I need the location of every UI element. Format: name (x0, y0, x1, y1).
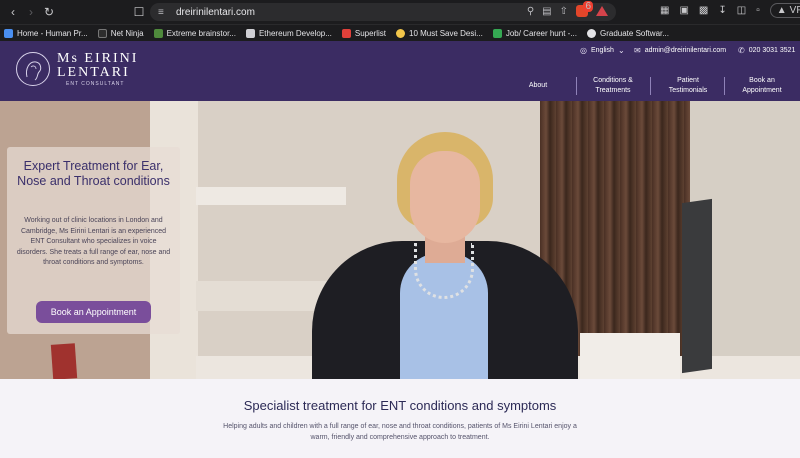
email-link[interactable]: ✉ admin@dreirinilentari.com (634, 46, 726, 55)
logo-face-icon (26, 61, 42, 81)
bookmark-label: Superlist (354, 28, 387, 38)
brave-rewards-icon[interactable] (596, 6, 608, 16)
bookmark-favicon (245, 28, 255, 38)
bookmark-label: Graduate Softwar... (599, 28, 669, 38)
bookmark-label: Net Ninja (110, 28, 144, 38)
wallet-card-icon[interactable]: ▫ (756, 5, 760, 16)
hero-background-shelf (196, 187, 346, 205)
browser-toolbar: ‹ › ↻ ☐ ≡ dreirinilentari.com ⚲ ▤ ⇧ 6 ▦ … (0, 0, 800, 24)
logo-subtitle: ENT CONSULTANT (66, 81, 125, 87)
bookmark-item[interactable]: Ethereum Develop... (245, 28, 332, 38)
phone-icon: ✆ (738, 46, 745, 55)
language-label: English (590, 47, 614, 54)
intro-section: Specialist treatment for ENT conditions … (0, 379, 800, 458)
hero-background-monitor (682, 198, 712, 374)
hero-description: Working out of clinic locations in Londo… (16, 217, 171, 266)
phone-text: 020 3031 3521 (748, 47, 796, 54)
bookmark-item[interactable]: Job/ Career hunt -... (492, 28, 577, 38)
shields-count: 6 (583, 1, 593, 12)
portrait-face (410, 151, 480, 243)
nav-conditions-treatments[interactable]: Conditions & Treatments (586, 75, 640, 97)
puzzle-icon[interactable]: ▩ (699, 5, 708, 16)
hero-section: Expert Treatment for Ear, Nose and Throa… (0, 101, 800, 379)
globe-icon: ◎ (580, 46, 587, 55)
bookmark-favicon (341, 28, 351, 38)
sidebar-icon[interactable]: ◫ (737, 5, 746, 16)
share-icon[interactable]: ⇧ (560, 6, 568, 17)
bookmark-label: 10 Must Save Desi... (409, 28, 483, 38)
wallet-icon[interactable]: ▣ (679, 5, 688, 16)
bookmark-favicon (492, 28, 502, 38)
url-text: dreirinilentari.com (176, 6, 255, 18)
phone-link[interactable]: ✆ 020 3031 3521 (738, 46, 795, 55)
nav-divider (576, 77, 577, 95)
zoom-icon[interactable]: ⚲ (527, 6, 534, 17)
bookmark-item[interactable]: 10 Must Save Desi... (396, 28, 483, 38)
download-icon[interactable]: ↧ (718, 5, 726, 16)
bookmark-item[interactable]: Home - Human Pr... (4, 28, 88, 38)
nav-divider (724, 77, 725, 95)
bookmark-favicon (396, 28, 406, 38)
site-header: Ms EIRINI LENTARI ENT CONSULTANT ◎ Engli… (0, 41, 800, 101)
address-bar[interactable]: ≡ dreirinilentari.com ⚲ ▤ ⇧ 6 (150, 1, 616, 21)
bookmark-item[interactable]: Superlist (341, 28, 387, 38)
bookmark-item[interactable]: Net Ninja (97, 28, 144, 38)
vpn-shield-icon: ▲ (776, 5, 787, 16)
bookmark-favicon (4, 28, 13, 38)
bookmark-favicon (97, 28, 107, 38)
reload-icon[interactable]: ↻ (40, 3, 58, 21)
email-text: admin@dreirinilentari.com (644, 47, 727, 54)
logo-emblem-icon[interactable] (16, 52, 50, 86)
bookmark-label: Home - Human Pr... (17, 28, 88, 38)
bookmark-label: Job/ Career hunt -... (505, 28, 577, 38)
nav-about[interactable]: About (518, 75, 558, 97)
language-selector[interactable]: ◎ English ⌄ (580, 46, 625, 55)
forward-icon[interactable]: › (22, 3, 40, 21)
mail-icon: ✉ (634, 46, 641, 55)
hero-card: Expert Treatment for Ear, Nose and Throa… (7, 147, 180, 334)
book-appointment-button[interactable]: Book an Appointment (36, 301, 151, 323)
reader-icon[interactable]: ▤ (542, 6, 551, 17)
vpn-label: VPN (789, 5, 800, 16)
bookmark-favicon (153, 28, 163, 38)
hero-background-cabinet (580, 333, 680, 379)
bookmark-label: Extreme brainstor... (166, 28, 236, 38)
chevron-down-icon: ⌄ (617, 46, 625, 55)
hero-title: Expert Treatment for Ear, Nose and Throa… (17, 159, 170, 188)
logo-name-line2[interactable]: LENTARI (57, 65, 130, 81)
nav-book-appointment[interactable]: Book an Appointment (734, 75, 790, 97)
bookmark-item[interactable]: Extreme brainstor... (153, 28, 236, 38)
nav-patient-testimonials[interactable]: Patient Testimonials (662, 75, 714, 97)
bookmark-favicon (586, 28, 596, 38)
bookmark-label: Ethereum Develop... (258, 28, 332, 38)
back-icon[interactable]: ‹ (4, 3, 22, 21)
bookmark-item[interactable]: Graduate Softwar... (586, 28, 669, 38)
vpn-button[interactable]: ▲VPN (769, 3, 800, 18)
bookmark-icon[interactable]: ☐ (130, 3, 148, 21)
brave-shields-icon[interactable]: 6 (576, 1, 593, 17)
bookmarks-bar: Home - Human Pr... Net Ninja Extreme bra… (0, 24, 800, 41)
site-settings-icon[interactable]: ≡ (158, 7, 170, 18)
nav-divider (650, 77, 651, 95)
extensions-icon[interactable]: ▦ (660, 5, 669, 16)
intro-text: Helping adults and children with a full … (223, 423, 577, 441)
hero-background-box (50, 343, 78, 379)
intro-heading: Specialist treatment for ENT conditions … (243, 398, 557, 413)
